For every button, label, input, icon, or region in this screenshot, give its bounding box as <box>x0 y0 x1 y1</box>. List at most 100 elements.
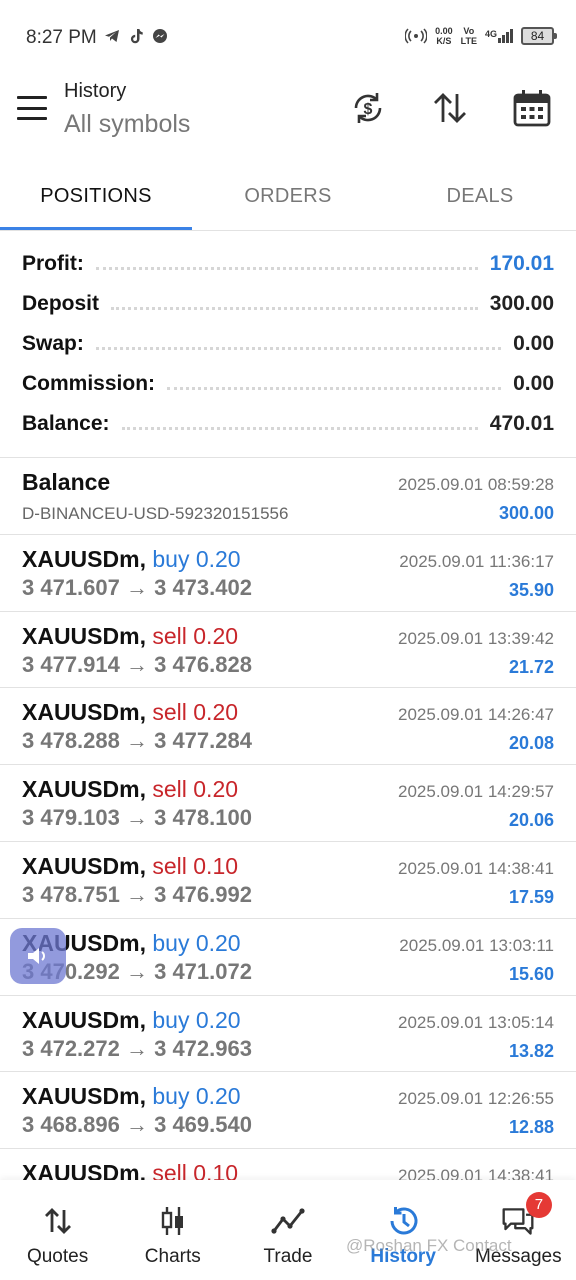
floating-audio-button[interactable] <box>10 928 66 984</box>
page-subtitle: History <box>64 80 127 102</box>
deal-symbol: XAUUSDm, <box>22 776 146 803</box>
tab-positions[interactable]: POSITIONS <box>0 162 192 230</box>
summary-row-profit: Profit: 170.01 <box>0 244 576 284</box>
trade-icon <box>271 1204 305 1238</box>
commission-value: 0.00 <box>513 372 554 395</box>
profit-value: 170.01 <box>489 252 554 275</box>
calendar-icon <box>513 90 551 127</box>
balance-entry-title: Balance <box>22 469 111 495</box>
speaker-icon <box>28 948 45 964</box>
swap-label: Swap: <box>22 332 84 355</box>
dotted-leader <box>167 386 502 390</box>
deal-direction: sell 0.10 <box>152 852 239 879</box>
bottom-navigation: Quotes Charts Trade History 7 Messages <box>0 1180 576 1280</box>
deal-profit: 21.72 <box>508 656 554 677</box>
nav-trade[interactable]: Trade <box>230 1180 345 1280</box>
tab-deals[interactable]: DEALS <box>384 162 576 230</box>
summary-row-balance: Balance: 470.01 <box>0 404 576 444</box>
deal-profit: 13.82 <box>508 1040 554 1061</box>
balance-value: 470.01 <box>489 412 554 435</box>
nav-history-label: History <box>370 1246 436 1267</box>
deal-prices: 3 478.751 → 3 476.992 <box>22 881 252 907</box>
tab-orders[interactable]: ORDERS <box>192 162 384 230</box>
summary-panel: Profit: 170.01 Deposit 300.00 Swap: 0.00… <box>0 244 576 444</box>
history-tabs: POSITIONS ORDERS DEALS <box>0 162 576 230</box>
balance-label: Balance: <box>22 412 110 435</box>
battery-icon: 84 <box>521 27 557 45</box>
sort-arrows-icon <box>434 93 466 123</box>
history-icon <box>386 1204 420 1238</box>
menu-button[interactable] <box>17 96 47 120</box>
deal-date: 2025.09.01 14:29:57 <box>398 782 554 802</box>
deal-profit: 20.08 <box>508 733 554 754</box>
list-item[interactable]: XAUUSDm, sell 0.20 3 478.288 → 3 477.284… <box>0 688 576 766</box>
list-item[interactable]: XAUUSDm, sell 0.10 3 478.751 → 3 476.992… <box>0 842 576 919</box>
deal-profit: 12.88 <box>508 1117 554 1138</box>
deal-profit: 15.60 <box>508 963 554 984</box>
deal-prices: 3 477.914 → 3 476.828 <box>22 651 252 677</box>
sort-button[interactable] <box>430 88 470 128</box>
nav-messages[interactable]: 7 Messages <box>461 1180 576 1280</box>
status-left-icons <box>104 28 168 44</box>
calendar-button[interactable] <box>512 88 552 128</box>
deal-profit: 35.90 <box>508 579 554 600</box>
swap-value: 0.00 <box>513 332 554 355</box>
currency-exchange-button[interactable]: $ <box>348 88 388 128</box>
svg-text:$: $ <box>364 101 373 118</box>
deal-date: 2025.09.01 11:36:17 <box>399 551 554 571</box>
net-speed: 0.00 K/S <box>435 26 453 46</box>
deal-prices: 3 468.896 → 3 469.540 <box>22 1112 252 1138</box>
deal-direction: buy 0.20 <box>152 1083 241 1110</box>
deal-direction: buy 0.20 <box>152 545 241 572</box>
tiktok-icon <box>130 29 143 44</box>
summary-row-commission: Commission: 0.00 <box>0 364 576 404</box>
deal-prices: 3 472.272 → 3 472.963 <box>22 1035 252 1061</box>
deal-prices: 3 471.607 → 3 473.402 <box>22 574 252 600</box>
summary-row-swap: Swap: 0.00 <box>0 324 576 364</box>
list-item[interactable]: XAUUSDm, buy 0.20 3 470.292 → 3 471.072 … <box>0 919 576 996</box>
deal-date: 2025.09.01 12:26:55 <box>398 1089 554 1109</box>
charts-icon <box>156 1204 190 1238</box>
deal-direction: buy 0.20 <box>152 1006 241 1033</box>
deal-date: 2025.09.01 14:38:41 <box>398 858 554 878</box>
dotted-leader <box>95 346 502 350</box>
hotspot-icon <box>405 28 428 44</box>
status-bar: 8:27 PM 0.00 K/S Vo LTE 4G 84 <box>0 0 576 76</box>
symbol-filter[interactable]: All symbols <box>64 110 190 139</box>
hamburger-icon <box>17 96 47 99</box>
tabs-divider <box>0 230 576 231</box>
nav-messages-label: Messages <box>475 1246 562 1267</box>
telegram-icon <box>105 30 119 42</box>
dotted-leader <box>95 266 478 270</box>
deal-profit: 17.59 <box>508 886 554 907</box>
deal-symbol: XAUUSDm, <box>22 699 146 726</box>
list-item[interactable]: XAUUSDm, buy 0.20 3 472.272 → 3 472.963 … <box>0 996 576 1073</box>
balance-entry-account: D-BINANCEU-USD-592320151556 <box>22 504 289 523</box>
status-time: 8:27 PM <box>26 27 97 48</box>
balance-entry-date: 2025.09.01 08:59:28 <box>398 475 554 494</box>
deposit-label: Deposit <box>22 292 100 315</box>
deal-date: 2025.09.01 13:03:11 <box>399 935 554 955</box>
nav-trade-label: Trade <box>263 1246 313 1267</box>
deal-prices: 3 479.103 → 3 478.100 <box>22 805 252 831</box>
messenger-icon <box>153 29 167 43</box>
deal-symbol: XAUUSDm, <box>22 1006 146 1033</box>
nav-charts[interactable]: Charts <box>115 1180 230 1280</box>
nav-history[interactable]: History <box>346 1180 461 1280</box>
list-item[interactable]: XAUUSDm, sell 0.20 3 477.914 → 3 476.828… <box>0 612 576 689</box>
list-item-balance[interactable]: Balance D-BINANCEU-USD-592320151556 2025… <box>0 458 576 535</box>
list-item[interactable]: XAUUSDm, buy 0.20 3 468.896 → 3 469.540 … <box>0 1072 576 1150</box>
status-right-icons: 0.00 K/S Vo LTE 4G 84 <box>405 26 557 46</box>
deal-symbol: XAUUSDm, <box>22 545 146 572</box>
list-item[interactable]: XAUUSDm, buy 0.20 3 471.607 → 3 473.402 … <box>0 535 576 612</box>
deal-symbol: XAUUSDm, <box>22 1083 146 1110</box>
balance-entry-amount: 300.00 <box>498 503 554 523</box>
nav-charts-label: Charts <box>144 1246 201 1267</box>
nav-quotes[interactable]: Quotes <box>0 1180 115 1280</box>
deposit-value: 300.00 <box>489 292 554 315</box>
app-header: History All symbols $ <box>0 76 576 156</box>
deal-symbol: XAUUSDm, <box>22 852 146 879</box>
volte-indicator: Vo LTE <box>460 26 477 46</box>
deals-list: Balance D-BINANCEU-USD-592320151556 2025… <box>0 458 576 1226</box>
list-item[interactable]: XAUUSDm, sell 0.20 3 479.103 → 3 478.100… <box>0 765 576 842</box>
